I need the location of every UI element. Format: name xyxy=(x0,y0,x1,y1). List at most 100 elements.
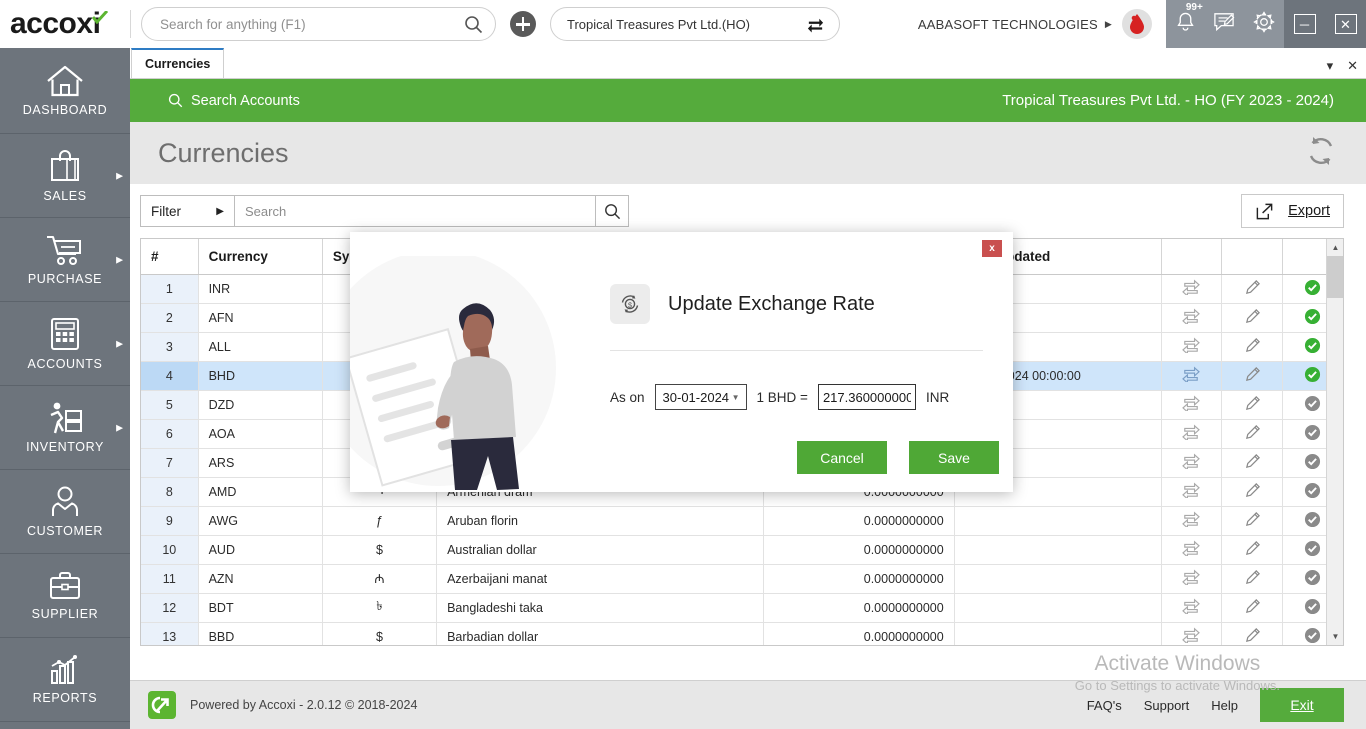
status-active-icon[interactable] xyxy=(1304,308,1321,325)
update-rate-icon[interactable] xyxy=(1182,395,1200,411)
edit-icon[interactable] xyxy=(1244,366,1261,383)
cell-update-rate-action[interactable] xyxy=(1161,419,1222,448)
status-inactive-icon[interactable] xyxy=(1304,395,1321,412)
table-search-button[interactable] xyxy=(595,196,628,226)
scroll-down-icon[interactable]: ▼ xyxy=(1327,628,1344,645)
table-row[interactable]: 13BBD$Barbadian dollar0.0000000000 xyxy=(141,622,1343,646)
status-inactive-icon[interactable] xyxy=(1304,511,1321,528)
status-inactive-icon[interactable] xyxy=(1304,627,1321,644)
edit-icon[interactable] xyxy=(1244,482,1261,499)
settings-button[interactable] xyxy=(1253,11,1275,38)
edit-icon[interactable] xyxy=(1244,453,1261,470)
tab-currencies[interactable]: Currencies xyxy=(131,48,224,78)
sidebar-item-dashboard[interactable]: DASHBOARD xyxy=(0,48,130,134)
update-rate-icon[interactable] xyxy=(1182,366,1200,382)
update-rate-icon[interactable] xyxy=(1182,424,1200,440)
cell-update-rate-action[interactable] xyxy=(1161,506,1222,535)
organization-selector[interactable]: AABASOFT TECHNOLOGIES ▶ xyxy=(918,17,1112,32)
gear-icon[interactable] xyxy=(1253,11,1275,33)
cell-edit-action[interactable] xyxy=(1222,564,1283,593)
global-search[interactable] xyxy=(141,7,496,41)
edit-icon[interactable] xyxy=(1244,424,1261,441)
update-rate-icon[interactable] xyxy=(1182,540,1200,556)
tab-close-icon[interactable]: ✕ xyxy=(1347,58,1358,74)
cell-update-rate-action[interactable] xyxy=(1161,303,1222,332)
edit-icon[interactable] xyxy=(1244,540,1261,557)
cell-update-rate-action[interactable] xyxy=(1161,390,1222,419)
exchange-rate-input[interactable] xyxy=(818,384,916,410)
scrollbar-thumb[interactable] xyxy=(1327,256,1344,298)
company-selector[interactable]: Tropical Treasures Pvt Ltd.(HO) xyxy=(550,7,840,41)
cell-edit-action[interactable] xyxy=(1222,274,1283,303)
status-active-icon[interactable] xyxy=(1304,279,1321,296)
update-rate-icon[interactable] xyxy=(1182,453,1200,469)
status-inactive-icon[interactable] xyxy=(1304,453,1321,470)
cell-update-rate-action[interactable] xyxy=(1161,361,1222,390)
edit-icon[interactable] xyxy=(1244,598,1261,615)
table-row[interactable]: 11AZN₼Azerbaijani manat0.0000000000 xyxy=(141,564,1343,593)
cell-update-rate-action[interactable] xyxy=(1161,622,1222,646)
refresh-icon[interactable] xyxy=(1304,134,1338,168)
cell-update-rate-action[interactable] xyxy=(1161,332,1222,361)
as-on-date-picker[interactable]: 30-01-2024 ▼ xyxy=(655,384,747,410)
column-header-index[interactable]: # xyxy=(141,239,198,274)
cancel-button[interactable]: Cancel xyxy=(797,441,887,474)
cell-update-rate-action[interactable] xyxy=(1161,593,1222,622)
search-input[interactable] xyxy=(160,17,464,32)
status-inactive-icon[interactable] xyxy=(1304,598,1321,615)
switch-company-icon[interactable] xyxy=(806,15,825,34)
footer-link-faqs[interactable]: FAQ's xyxy=(1087,698,1122,713)
cell-edit-action[interactable] xyxy=(1222,535,1283,564)
update-rate-icon[interactable] xyxy=(1182,308,1200,324)
cell-edit-action[interactable] xyxy=(1222,390,1283,419)
search-icon[interactable] xyxy=(464,15,483,34)
edit-icon[interactable] xyxy=(1244,308,1261,325)
status-active-icon[interactable] xyxy=(1304,366,1321,383)
cell-edit-action[interactable] xyxy=(1222,593,1283,622)
table-scrollbar[interactable]: ▲ ▼ xyxy=(1326,239,1343,645)
filter-button[interactable]: Filter ▶ xyxy=(141,196,235,226)
edit-icon[interactable] xyxy=(1244,511,1261,528)
refresh-button[interactable] xyxy=(1304,134,1338,173)
cell-update-rate-action[interactable] xyxy=(1161,448,1222,477)
message-icon[interactable] xyxy=(1213,12,1235,32)
cell-edit-action[interactable] xyxy=(1222,448,1283,477)
search-accounts-button[interactable]: Search Accounts xyxy=(168,93,300,109)
table-search-input[interactable] xyxy=(235,196,595,226)
edit-icon[interactable] xyxy=(1244,395,1261,412)
edit-icon[interactable] xyxy=(1244,337,1261,354)
cell-edit-action[interactable] xyxy=(1222,332,1283,361)
sidebar-item-accounts[interactable]: ACCOUNTS ▶ xyxy=(0,302,130,386)
sidebar-item-reports[interactable]: REPORTS xyxy=(0,638,130,722)
cell-edit-action[interactable] xyxy=(1222,506,1283,535)
table-row[interactable]: 10AUD$Australian dollar0.0000000000 xyxy=(141,535,1343,564)
status-inactive-icon[interactable] xyxy=(1304,569,1321,586)
cell-update-rate-action[interactable] xyxy=(1161,274,1222,303)
update-rate-icon[interactable] xyxy=(1182,279,1200,295)
sidebar-item-purchase[interactable]: PURCHASE ▶ xyxy=(0,218,130,302)
update-rate-icon[interactable] xyxy=(1182,627,1200,643)
status-inactive-icon[interactable] xyxy=(1304,482,1321,499)
minimize-button[interactable]: ─ xyxy=(1294,14,1316,34)
scroll-up-icon[interactable]: ▲ xyxy=(1327,239,1344,256)
cell-edit-action[interactable] xyxy=(1222,622,1283,646)
close-window-button[interactable]: ✕ xyxy=(1335,14,1357,34)
update-rate-icon[interactable] xyxy=(1182,598,1200,614)
save-button[interactable]: Save xyxy=(909,441,999,474)
messages-button[interactable] xyxy=(1213,12,1235,37)
status-inactive-icon[interactable] xyxy=(1304,424,1321,441)
footer-link-support[interactable]: Support xyxy=(1144,698,1190,713)
notifications-button[interactable]: 99+ xyxy=(1175,11,1196,38)
avatar[interactable] xyxy=(1122,9,1152,39)
edit-icon[interactable] xyxy=(1244,279,1261,296)
tab-list-dropdown-icon[interactable]: ▾ xyxy=(1327,58,1334,74)
update-rate-icon[interactable] xyxy=(1182,569,1200,585)
cell-edit-action[interactable] xyxy=(1222,419,1283,448)
update-rate-icon[interactable] xyxy=(1182,482,1200,498)
edit-icon[interactable] xyxy=(1244,627,1261,644)
update-rate-icon[interactable] xyxy=(1182,337,1200,353)
sidebar-item-sales[interactable]: SALES ▶ xyxy=(0,134,130,218)
sidebar-item-customer[interactable]: CUSTOMER xyxy=(0,470,130,554)
edit-icon[interactable] xyxy=(1244,569,1261,586)
footer-link-help[interactable]: Help xyxy=(1211,698,1238,713)
